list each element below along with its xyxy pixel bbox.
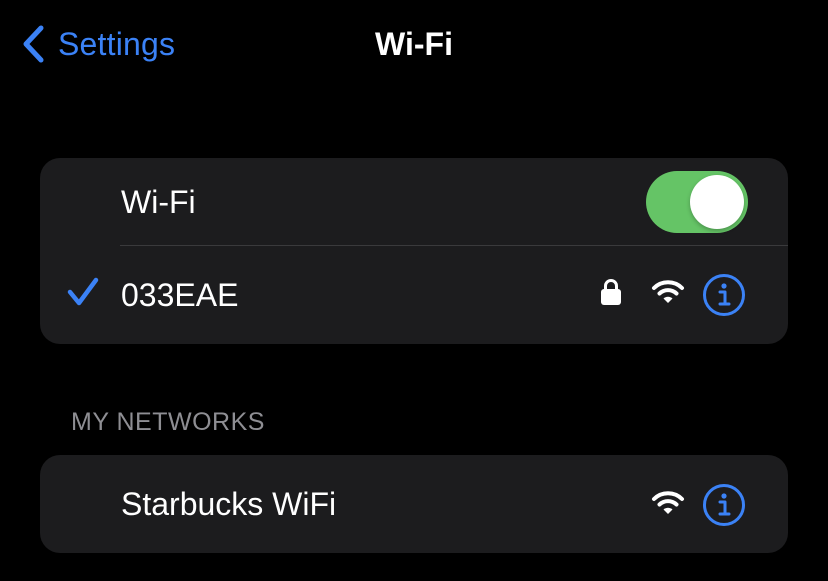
current-network-row[interactable]: 033EAE xyxy=(40,246,788,344)
info-button[interactable] xyxy=(702,273,746,317)
page-title: Wi-Fi xyxy=(375,26,453,62)
wifi-toggle-label: Wi-Fi xyxy=(121,183,196,220)
wifi-card: Wi-Fi 033EAE xyxy=(40,158,788,344)
network-name: Starbucks WiFi xyxy=(121,485,337,522)
my-networks-header: MY NETWORKS xyxy=(71,408,265,436)
checkmark-icon xyxy=(67,277,99,306)
wifi-toggle-switch[interactable] xyxy=(646,171,748,233)
my-networks-card: Starbucks WiFi xyxy=(40,455,788,553)
toggle-knob xyxy=(690,175,744,229)
wifi-signal-icon xyxy=(652,280,684,303)
info-icon xyxy=(703,274,745,316)
info-button[interactable] xyxy=(702,483,746,527)
info-icon xyxy=(703,484,745,526)
lock-icon xyxy=(601,279,621,305)
wifi-signal-icon xyxy=(652,491,684,514)
wifi-toggle-row: Wi-Fi xyxy=(40,158,788,246)
network-row-starbucks[interactable]: Starbucks WiFi xyxy=(40,455,788,553)
current-network-name: 033EAE xyxy=(121,276,239,313)
